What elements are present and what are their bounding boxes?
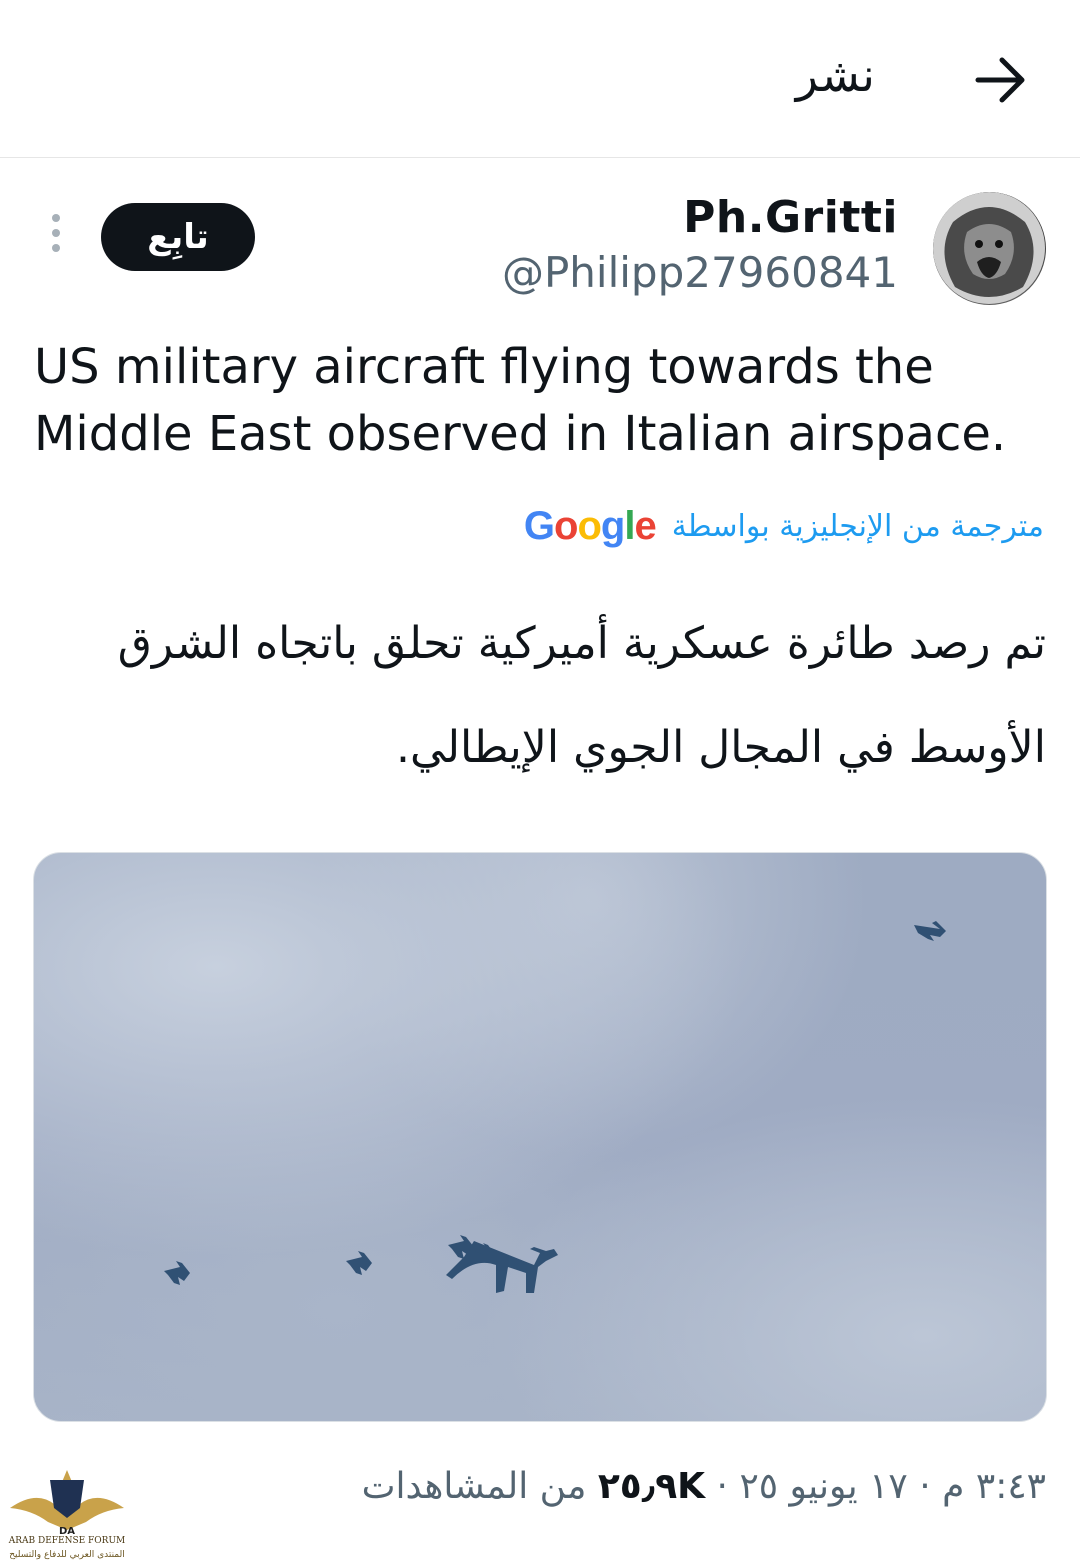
follow-button[interactable]: تابِع <box>101 203 255 271</box>
translated-from-label: مترجمة من الإنجليزية بواسطة <box>671 509 1044 544</box>
tweet-time[interactable]: ٣:٤٣ م <box>942 1466 1046 1507</box>
avatar[interactable] <box>933 192 1046 305</box>
page-title: نشر <box>795 48 875 102</box>
fighter-jet-icon <box>914 921 946 941</box>
aircraft-formation-image <box>164 921 946 1293</box>
lion-avatar-icon <box>933 192 1045 304</box>
eagle-shield-icon: DA <box>10 1470 124 1537</box>
separator: · <box>716 1466 728 1507</box>
fighter-jet-icon <box>346 1251 372 1275</box>
author-handle[interactable]: @Philipp27960841 <box>502 248 898 297</box>
arrow-right-icon <box>975 57 1025 103</box>
view-count[interactable]: ٢٥٫٩K <box>598 1466 705 1507</box>
separator: · <box>919 1466 931 1507</box>
tweet-date[interactable]: ١٧ يونيو ٢٥ <box>739 1466 907 1507</box>
author-name[interactable]: Ph.Gritti <box>683 192 898 243</box>
translated-text-line: الأوسط في المجال الجوي الإيطالي. <box>395 722 1046 773</box>
tweet-meta: ٣:٤٣ م · ١٧ يونيو ٢٥ · ٢٥٫٩K من المشاهدا… <box>362 1466 1046 1507</box>
google-logo: Google <box>523 504 657 548</box>
translated-text-line: تم رصد طائرة عسكرية أميركية تحلق باتجاه … <box>117 618 1046 669</box>
top-bar: نشر <box>0 0 1080 158</box>
tweet-text: US military aircraft flying towards the … <box>34 334 1054 468</box>
svg-text:DA: DA <box>59 1526 75 1536</box>
tweet-image[interactable] <box>33 852 1047 1422</box>
translated-text: تم رصد طائرة عسكرية أميركية تحلق باتجاه … <box>80 592 1046 800</box>
watermark-text: ARAB DEFENSE FORUM <box>8 1536 126 1546</box>
back-button[interactable] <box>968 52 1032 108</box>
more-options-icon[interactable] <box>44 214 68 260</box>
tweet-text-line: Middle East observed in Italian airspace… <box>34 406 1007 462</box>
fighter-jet-icon <box>164 1261 190 1285</box>
watermark-logo: DA ARAB DEFENSE FORUM المنتدى العربي للد… <box>6 1468 128 1566</box>
tweet-text-line: US military aircraft flying towards the <box>34 339 934 395</box>
translation-notice[interactable]: مترجمة من الإنجليزية بواسطة Google <box>524 504 1044 549</box>
views-label: من المشاهدات <box>361 1466 587 1507</box>
watermark-text-arabic: المنتدى العربي للدفاع والتسليح <box>9 1550 125 1560</box>
